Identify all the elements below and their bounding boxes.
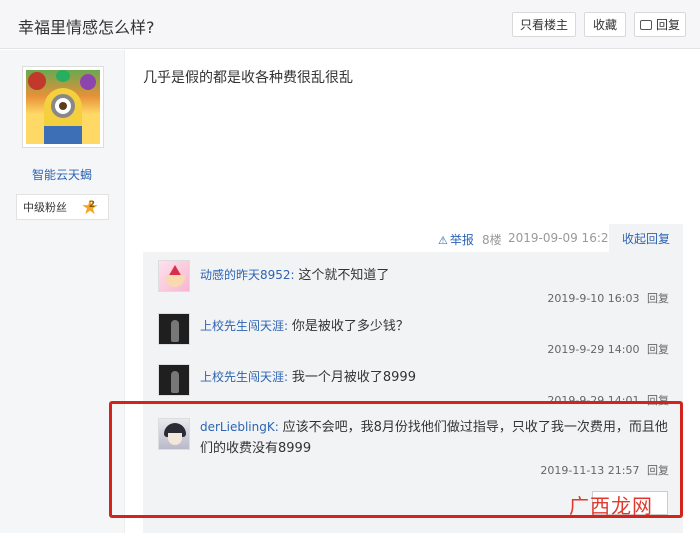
post-meta: ⚠ 举报 8楼 2019-09-09 16:24 收起回复 — [143, 224, 683, 252]
reply-meta: 2019-9-10 16:03 回复 — [547, 290, 669, 306]
reply-time: 2019-9-10 16:03 — [547, 292, 640, 305]
watermark: 广西龙网 — [569, 494, 653, 518]
reply-nick[interactable]: 动感的昨天8952: — [200, 268, 295, 282]
avatar[interactable] — [158, 260, 190, 292]
author-sidebar: 智能云天蝎 中级粉丝 ★ 2 — [0, 50, 125, 533]
report-link[interactable]: ⚠ 举报 — [438, 231, 474, 248]
reply-nick[interactable]: 上校先生闯天涯: — [200, 319, 288, 333]
list-item: 动感的昨天8952: 这个就不知道了 2019-9-10 16:03 回复 — [143, 252, 683, 312]
fan-level-title: 中级粉丝 — [23, 201, 67, 214]
reply-content: 这个就不知道了 — [298, 268, 390, 283]
reply-time: 2019-9-29 14:00 — [547, 343, 640, 356]
post-time: 2019-09-09 16:24 — [508, 231, 617, 245]
fan-level-badge: 中级粉丝 ★ 2 — [16, 194, 109, 220]
reply-button[interactable]: 回复 — [634, 12, 686, 37]
avatar[interactable] — [158, 364, 190, 396]
comment-icon — [639, 19, 652, 30]
fan-level-number: 2 — [88, 200, 95, 210]
thread-title: 幸福里情感怎么样? — [18, 18, 155, 37]
reply-nick[interactable]: 上校先生闯天涯: — [200, 370, 288, 384]
reply-content: 你是被收了多少钱？ — [291, 319, 409, 334]
thread-header: 幸福里情感怎么样? 只看楼主 收藏 回复 — [0, 0, 700, 49]
reply-content: 我一个月被收了8999 — [291, 370, 416, 385]
reply-link[interactable]: 回复 — [647, 343, 669, 356]
author-username[interactable]: 智能云天蝎 — [0, 166, 124, 183]
warning-icon: ⚠ — [438, 234, 448, 247]
reply-link[interactable]: 回复 — [647, 292, 669, 305]
reply-button-label: 回复 — [655, 18, 680, 32]
author-avatar[interactable] — [22, 66, 104, 148]
collapse-replies-button[interactable]: 收起回复 — [609, 224, 683, 252]
favorite-button[interactable]: 收藏 — [584, 12, 626, 37]
avatar[interactable] — [158, 313, 190, 345]
report-label: 举报 — [449, 233, 474, 247]
post-content: 几乎是假的都是收各种费很乱很乱 — [143, 70, 353, 86]
only-op-button[interactable]: 只看楼主 — [512, 12, 576, 37]
floor-number: 8楼 — [482, 233, 502, 247]
reply-meta: 2019-9-29 14:00 回复 — [547, 341, 669, 357]
